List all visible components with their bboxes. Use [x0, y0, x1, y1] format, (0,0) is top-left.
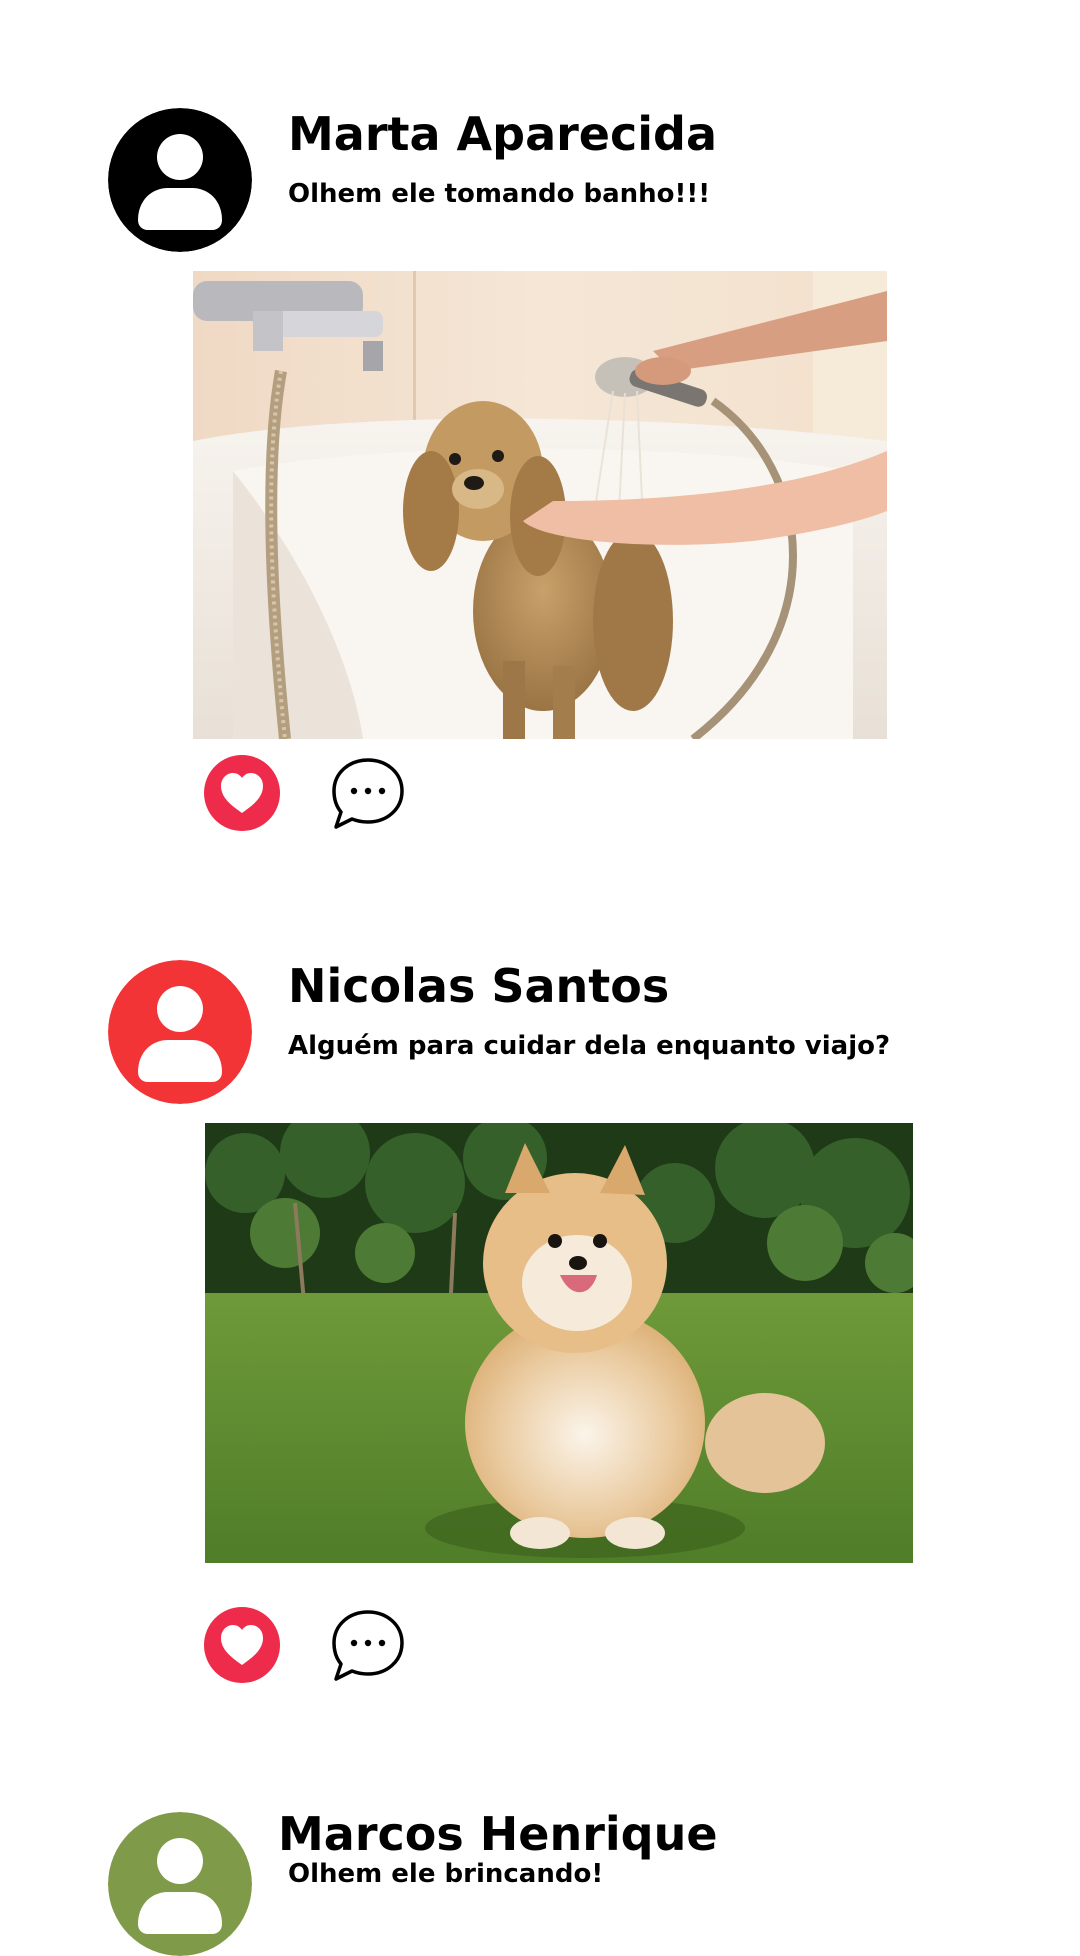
feed: Marta Aparecida Olhem ele tomando banho!…	[0, 0, 1080, 1956]
like-button[interactable]	[204, 755, 280, 831]
pomeranian-photo	[205, 1123, 913, 1563]
post-actions	[204, 1607, 424, 1687]
post-author-name[interactable]: Nicolas Santos	[288, 956, 669, 1016]
speech-bubble-ellipsis-icon	[332, 758, 404, 829]
post-photo[interactable]	[193, 271, 887, 739]
post-caption: Alguém para cuidar dela enquanto viajo?	[288, 1031, 891, 1061]
comment-button[interactable]	[330, 755, 406, 831]
heart-icon	[204, 1607, 280, 1683]
post-caption: Olhem ele tomando banho!!!	[288, 179, 711, 209]
user-silhouette-icon	[108, 960, 252, 1104]
avatar[interactable]	[108, 108, 252, 252]
like-button[interactable]	[204, 1607, 280, 1683]
speech-bubble-ellipsis-icon	[332, 1610, 404, 1681]
avatar[interactable]	[108, 960, 252, 1104]
heart-icon	[204, 755, 280, 831]
user-silhouette-icon	[108, 1812, 252, 1956]
comment-button[interactable]	[330, 1607, 406, 1683]
avatar[interactable]	[108, 1812, 252, 1956]
dog-bath-photo	[193, 271, 887, 739]
user-silhouette-icon	[108, 108, 252, 252]
post-actions	[204, 755, 424, 835]
post-author-name[interactable]: Marta Aparecida	[288, 104, 717, 164]
post-author-name[interactable]: Marcos Henrique	[278, 1804, 718, 1864]
post-caption: Olhem ele brincando!	[288, 1859, 604, 1889]
post-photo[interactable]	[205, 1123, 913, 1563]
